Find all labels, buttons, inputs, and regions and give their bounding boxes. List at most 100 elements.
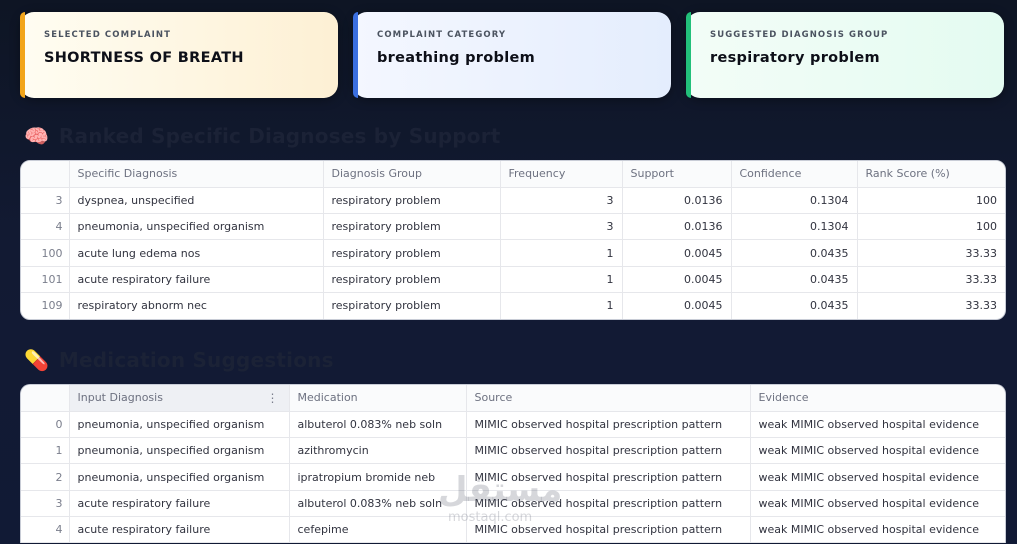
column-header-support[interactable]: Support [622, 161, 732, 188]
cell-rank-score[interactable]: 100 [857, 187, 1005, 215]
cell-rank-score[interactable]: 33.33 [857, 292, 1005, 318]
cell-frequency[interactable]: 3 [500, 187, 623, 215]
cell-confidence[interactable]: 0.1304 [731, 213, 858, 241]
ranked-diagnoses-table[interactable]: Specific Diagnosis Diagnosis Group Frequ… [20, 160, 1006, 320]
column-header-source[interactable]: Source [466, 385, 751, 412]
cell-support[interactable]: 0.0136 [622, 187, 732, 215]
table-row[interactable]: 109 respiratory abnorm nec respiratory p… [21, 292, 1005, 319]
row-index: 3 [21, 187, 70, 215]
table-header-row: Input Diagnosis ⋮ Medication Source Evid… [21, 385, 1005, 412]
table-row[interactable]: 4 pneumonia, unspecified organism respir… [21, 213, 1005, 241]
column-header-medication[interactable]: Medication [289, 385, 467, 412]
table-row[interactable]: 1 pneumonia, unspecified organism azithr… [21, 437, 1005, 465]
cell-rank-score[interactable]: 33.33 [857, 266, 1005, 293]
cell-medication[interactable]: albuterol 0.083% neb soln [289, 490, 467, 517]
cell-specific-diagnosis[interactable]: acute respiratory failure [69, 266, 324, 293]
cell-evidence[interactable]: weak MIMIC observed hospital evidence [750, 516, 1005, 544]
row-index: 0 [21, 411, 70, 439]
column-header-label: Input Diagnosis [77, 391, 163, 405]
cell-evidence[interactable]: weak MIMIC observed hospital evidence [750, 411, 1005, 439]
table-row[interactable]: 3 acute respiratory failure albuterol 0.… [21, 490, 1005, 517]
cell-input-diagnosis[interactable]: acute respiratory failure [69, 490, 290, 517]
cell-medication[interactable]: albuterol 0.083% neb soln [289, 411, 467, 439]
column-header-frequency[interactable]: Frequency [500, 161, 623, 188]
cell-specific-diagnosis[interactable]: dyspnea, unspecified [69, 187, 324, 215]
cell-specific-diagnosis[interactable]: respiratory abnorm nec [69, 292, 324, 319]
selected-complaint-card: SELECTED COMPLAINT SHORTNESS OF BREATH [20, 12, 338, 98]
row-index: 4 [21, 516, 70, 544]
table-header-row: Specific Diagnosis Diagnosis Group Frequ… [21, 161, 1005, 188]
table-row[interactable]: 0 pneumonia, unspecified organism albute… [21, 411, 1005, 439]
row-index: 1 [21, 437, 70, 465]
cell-source[interactable]: MIMIC observed hospital prescription pat… [466, 411, 751, 439]
cell-evidence[interactable]: weak MIMIC observed hospital evidence [750, 490, 1005, 517]
row-index: 109 [21, 292, 70, 319]
cell-input-diagnosis[interactable]: pneumonia, unspecified organism [69, 437, 290, 465]
cell-frequency[interactable]: 1 [500, 266, 623, 293]
cell-diagnosis-group[interactable]: respiratory problem [323, 239, 501, 267]
cell-source[interactable]: MIMIC observed hospital prescription pat… [466, 437, 751, 465]
table-row[interactable]: 100 acute lung edema nos respiratory pro… [21, 239, 1005, 267]
column-header-index[interactable] [21, 161, 70, 188]
cell-diagnosis-group[interactable]: respiratory problem [323, 213, 501, 241]
column-header-index[interactable] [21, 385, 70, 412]
table-row[interactable]: 4 acute respiratory failure cefepime MIM… [21, 516, 1005, 544]
cell-diagnosis-group[interactable]: respiratory problem [323, 187, 501, 215]
column-header-specific-diagnosis[interactable]: Specific Diagnosis [69, 161, 324, 188]
cell-support[interactable]: 0.0045 [622, 266, 732, 293]
cell-frequency[interactable]: 1 [500, 239, 623, 267]
cell-support[interactable]: 0.0045 [622, 292, 732, 319]
card-label: SELECTED COMPLAINT [44, 30, 172, 40]
row-index: 4 [21, 213, 70, 241]
suggested-diagnosis-group-card: SUGGESTED DIAGNOSIS GROUP respiratory pr… [686, 12, 1004, 98]
cell-evidence[interactable]: weak MIMIC observed hospital evidence [750, 437, 1005, 465]
cell-rank-score[interactable]: 33.33 [857, 239, 1005, 267]
column-menu-icon[interactable]: ⋮ [267, 391, 279, 405]
cell-frequency[interactable]: 1 [500, 292, 623, 319]
table-row[interactable]: 3 dyspnea, unspecified respiratory probl… [21, 187, 1005, 215]
column-header-evidence[interactable]: Evidence [750, 385, 1005, 412]
cell-confidence[interactable]: 0.1304 [731, 187, 858, 215]
row-index: 101 [21, 266, 70, 293]
cell-input-diagnosis[interactable]: acute respiratory failure [69, 516, 290, 544]
cell-input-diagnosis[interactable]: pneumonia, unspecified organism [69, 463, 290, 491]
cell-rank-score[interactable]: 100 [857, 213, 1005, 241]
cell-input-diagnosis[interactable]: pneumonia, unspecified organism [69, 411, 290, 439]
cell-confidence[interactable]: 0.0435 [731, 239, 858, 267]
cell-support[interactable]: 0.0136 [622, 213, 732, 241]
cell-source[interactable]: MIMIC observed hospital prescription pat… [466, 463, 751, 491]
section-title: Medication Suggestions [58, 348, 334, 372]
ranked-diagnoses-heading: 🧠 Ranked Specific Diagnoses by Support [24, 124, 501, 148]
brain-icon: 🧠 [24, 124, 49, 148]
complaint-category-card: COMPLAINT CATEGORY breathing problem [353, 12, 671, 98]
column-header-rank-score[interactable]: Rank Score (%) [857, 161, 1005, 188]
card-value: respiratory problem [710, 50, 880, 66]
cell-specific-diagnosis[interactable]: pneumonia, unspecified organism [69, 213, 324, 241]
cell-diagnosis-group[interactable]: respiratory problem [323, 292, 501, 319]
medication-table[interactable]: Input Diagnosis ⋮ Medication Source Evid… [20, 384, 1006, 544]
cell-source[interactable]: MIMIC observed hospital prescription pat… [466, 490, 751, 517]
table-row[interactable]: 2 pneumonia, unspecified organism ipratr… [21, 463, 1005, 491]
cell-confidence[interactable]: 0.0435 [731, 292, 858, 319]
section-title: Ranked Specific Diagnoses by Support [58, 124, 501, 148]
table-row[interactable]: 101 acute respiratory failure respirator… [21, 266, 1005, 293]
cell-medication[interactable]: azithromycin [289, 437, 467, 465]
card-label: COMPLAINT CATEGORY [377, 30, 507, 40]
cell-support[interactable]: 0.0045 [622, 239, 732, 267]
card-value: breathing problem [377, 50, 536, 66]
column-header-input-diagnosis[interactable]: Input Diagnosis ⋮ [69, 385, 290, 412]
card-value: SHORTNESS OF BREATH [44, 50, 244, 66]
cell-medication[interactable]: ipratropium bromide neb [289, 463, 467, 491]
cell-evidence[interactable]: weak MIMIC observed hospital evidence [750, 463, 1005, 491]
column-header-confidence[interactable]: Confidence [731, 161, 858, 188]
cell-source[interactable]: MIMIC observed hospital prescription pat… [466, 516, 751, 544]
cell-medication[interactable]: cefepime [289, 516, 467, 544]
card-label: SUGGESTED DIAGNOSIS GROUP [710, 30, 889, 40]
cell-frequency[interactable]: 3 [500, 213, 623, 241]
cell-diagnosis-group[interactable]: respiratory problem [323, 266, 501, 293]
cell-confidence[interactable]: 0.0435 [731, 266, 858, 293]
row-index: 3 [21, 490, 70, 517]
cell-specific-diagnosis[interactable]: acute lung edema nos [69, 239, 324, 267]
row-index: 2 [21, 463, 70, 491]
column-header-diagnosis-group[interactable]: Diagnosis Group [323, 161, 501, 188]
